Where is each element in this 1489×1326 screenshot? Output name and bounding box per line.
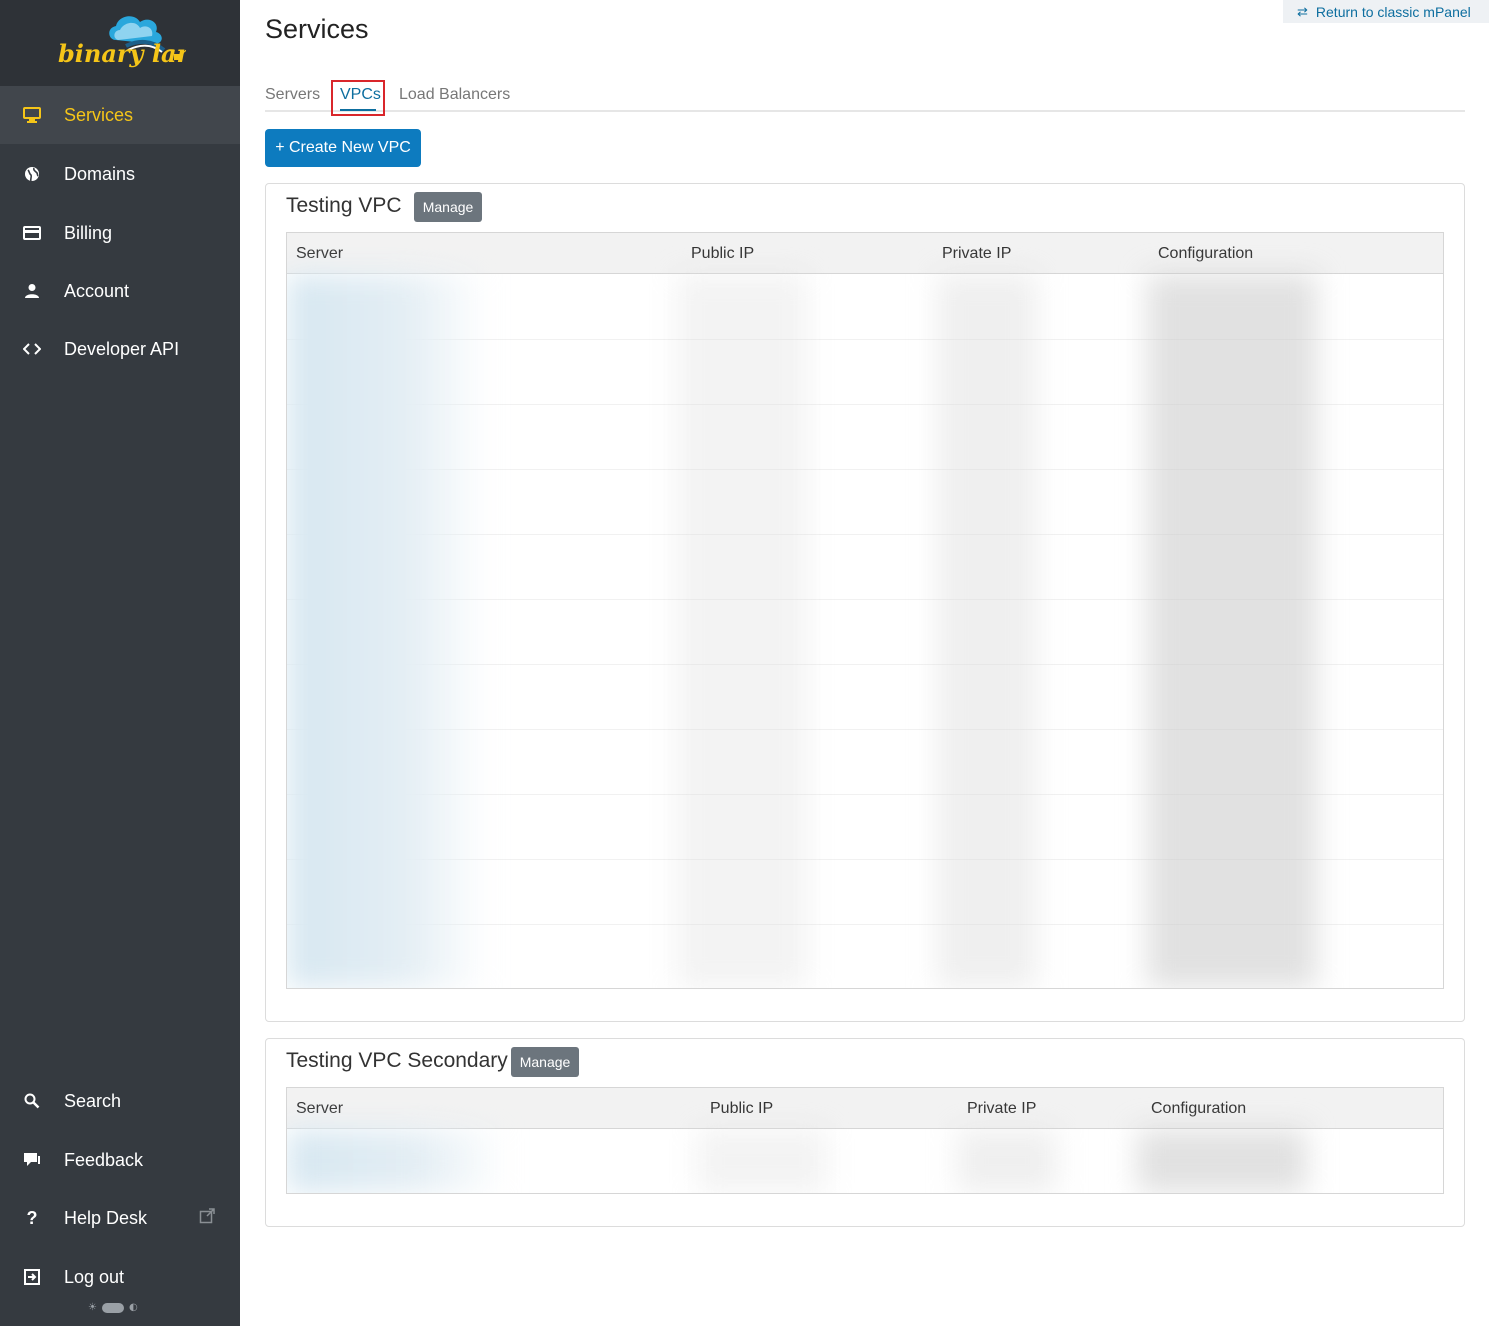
toggle-switch[interactable] xyxy=(101,1302,124,1313)
sidebar-item-help-desk[interactable]: ? Help Desk xyxy=(0,1189,240,1247)
manage-button[interactable]: Manage xyxy=(511,1047,579,1077)
vpc-card: Testing VPC Secondary Manage Server Publ… xyxy=(265,1038,1465,1227)
column-header-public-ip: Public IP xyxy=(710,1100,774,1117)
column-header-public-ip: Public IP xyxy=(691,245,755,262)
return-link-label: Return to classic mPanel xyxy=(1315,3,1471,20)
sidebar-item-label: Billing xyxy=(64,222,113,243)
external-link-icon xyxy=(199,1208,215,1228)
logo[interactable]: binary lane xyxy=(0,0,240,86)
redacted-server-column xyxy=(287,274,487,988)
logout-icon xyxy=(22,1267,42,1287)
tab-highlight-box xyxy=(331,80,385,116)
sidebar-item-label: Help Desk xyxy=(64,1207,148,1228)
vpc-name: Testing VPC xyxy=(286,194,402,217)
table-body-redacted xyxy=(287,1129,1443,1193)
question-icon: ? xyxy=(26,1207,38,1228)
column-header-configuration: Configuration xyxy=(1158,245,1254,262)
chat-icon xyxy=(22,1150,42,1170)
sun-icon: ☀ xyxy=(88,1302,97,1313)
credit-card-icon xyxy=(22,223,42,243)
create-new-vpc-button[interactable]: + Create New VPC xyxy=(265,129,421,167)
tab-load-balancers[interactable]: Load Balancers xyxy=(399,86,510,104)
sidebar-item-label: Account xyxy=(64,280,130,301)
column-header-server: Server xyxy=(296,1100,344,1117)
redacted-public-ip-column xyxy=(697,1129,827,1193)
vpc-name: Testing VPC Secondary xyxy=(286,1049,508,1072)
table-header: Server Public IP Private IP Configuratio… xyxy=(287,233,1443,274)
sidebar-item-label: Developer API xyxy=(64,338,180,359)
table-header: Server Public IP Private IP Configuratio… xyxy=(287,1088,1443,1129)
sidebar-item-label: Services xyxy=(64,104,134,125)
sidebar-item-label: Search xyxy=(64,1090,122,1111)
globe-icon xyxy=(22,164,42,184)
column-header-server: Server xyxy=(296,245,344,262)
contrast-icon: ◐ xyxy=(128,1302,138,1313)
sidebar-item-account[interactable]: Account xyxy=(0,262,240,320)
vpc-server-table: Server Public IP Private IP Configuratio… xyxy=(286,1087,1444,1194)
sidebar-item-domains[interactable]: Domains xyxy=(0,145,240,203)
vpc-card: Testing VPC Manage Server Public IP Priv… xyxy=(265,183,1465,1022)
sidebar-item-feedback[interactable]: Feedback xyxy=(0,1131,240,1189)
redacted-configuration-column xyxy=(1137,1129,1307,1193)
sidebar-item-label: Log out xyxy=(64,1266,125,1287)
column-header-private-ip: Private IP xyxy=(942,245,1012,262)
user-icon xyxy=(22,281,42,301)
redacted-private-ip-column xyxy=(957,1129,1057,1193)
svg-text:binary lane: binary lane xyxy=(58,39,186,68)
table-body-redacted xyxy=(287,274,1443,988)
redacted-public-ip-column xyxy=(677,274,807,988)
code-icon xyxy=(22,339,42,359)
redacted-server-column xyxy=(287,1129,507,1193)
monitor-icon xyxy=(22,105,42,125)
theme-toggle[interactable]: ☀ ◐ xyxy=(88,1302,138,1313)
sidebar-item-logout[interactable]: Log out xyxy=(0,1248,240,1306)
redacted-private-ip-column xyxy=(937,274,1037,988)
sidebar-item-label: Feedback xyxy=(64,1149,144,1170)
column-header-private-ip: Private IP xyxy=(967,1100,1037,1117)
sidebar-item-search[interactable]: Search xyxy=(0,1072,240,1130)
swap-arrows-icon: ⇄ xyxy=(1297,3,1308,19)
manage-button[interactable]: Manage xyxy=(414,192,482,222)
tab-bar: Servers VPCs Load Balancers xyxy=(265,80,1465,112)
redacted-configuration-column xyxy=(1147,274,1317,988)
vpc-server-table: Server Public IP Private IP Configuratio… xyxy=(286,232,1444,989)
binary-lane-logo-icon: binary lane xyxy=(58,16,186,68)
sidebar-item-label: Domains xyxy=(64,163,136,184)
page-title: Services xyxy=(265,14,369,44)
sidebar-item-services[interactable]: Services xyxy=(0,86,240,144)
search-icon xyxy=(22,1091,42,1111)
sidebar-item-billing[interactable]: Billing xyxy=(0,204,240,262)
return-to-classic-link[interactable]: ⇄ Return to classic mPanel xyxy=(1283,0,1489,23)
sidebar: binary lane Services Domains Billing Acc… xyxy=(0,0,240,1326)
tab-servers[interactable]: Servers xyxy=(265,86,320,104)
column-header-configuration: Configuration xyxy=(1151,1100,1247,1117)
sidebar-item-developer-api[interactable]: Developer API xyxy=(0,320,240,378)
